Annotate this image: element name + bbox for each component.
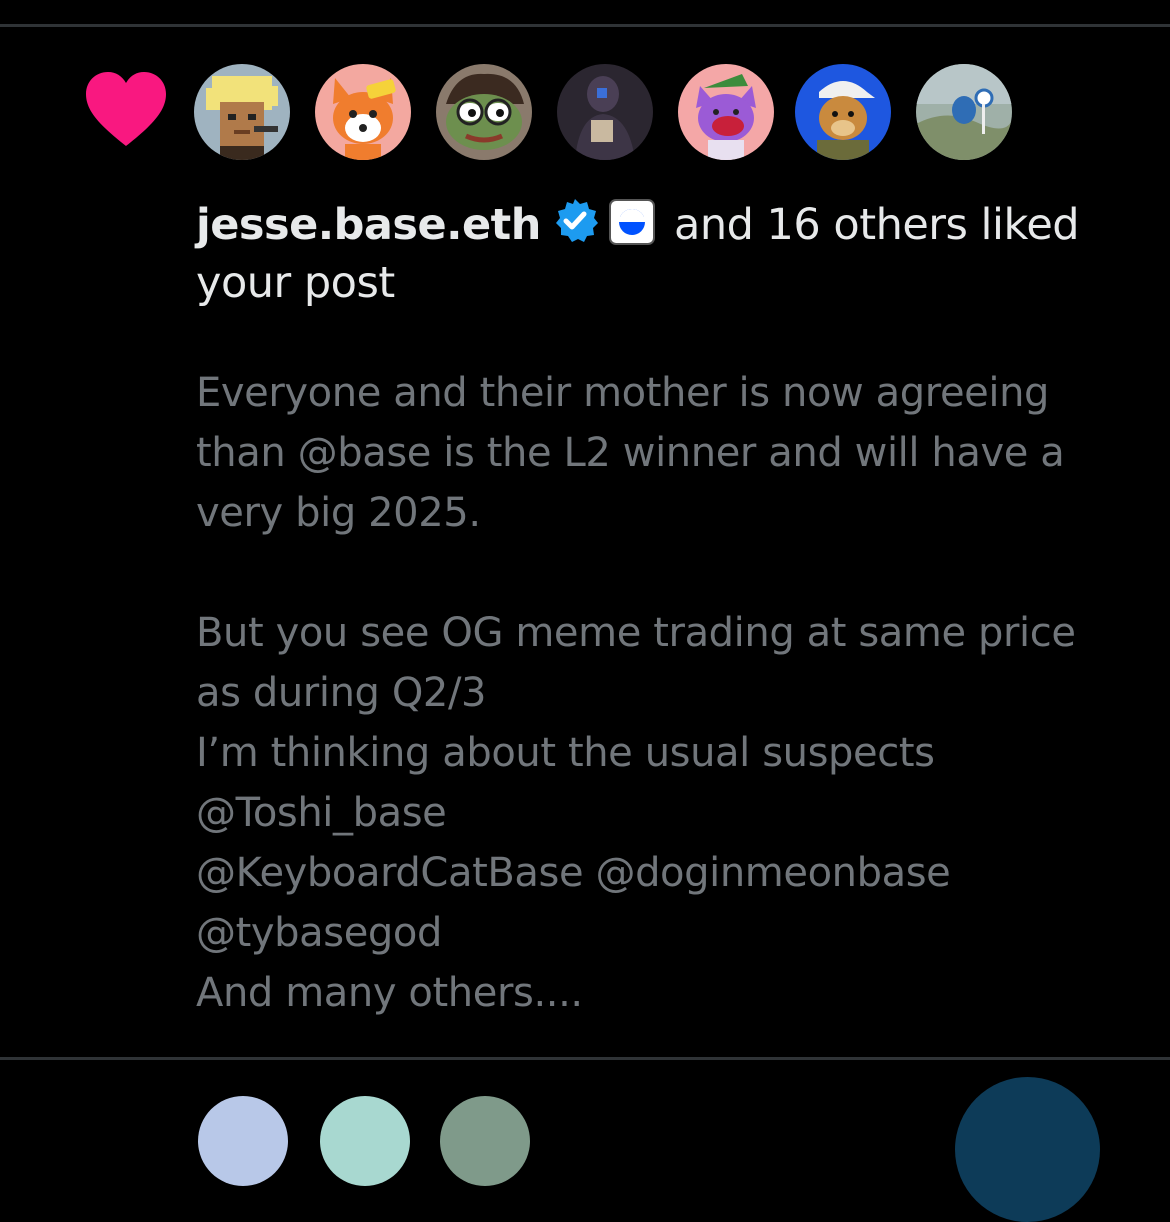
post-line: @tybasegod [196, 910, 442, 956]
bottom-divider [0, 1057, 1170, 1060]
verified-badge-icon [555, 199, 598, 242]
summary-text: and 16 others liked [660, 200, 1080, 250]
punk-avatar[interactable] [194, 64, 290, 160]
fox-avatar[interactable] [315, 64, 411, 160]
post-line: But you see OG meme trading at same pric… [196, 610, 1076, 656]
next-avatar[interactable] [198, 1096, 288, 1186]
compose-button[interactable] [955, 1077, 1100, 1222]
post-line: Everyone and their mother is now agreein… [196, 370, 1050, 416]
top-divider [0, 24, 1170, 27]
actor-name-link[interactable]: jesse.base.eth [196, 200, 541, 250]
post-line [196, 543, 1146, 603]
dark-figure-avatar[interactable] [557, 64, 653, 160]
base-logo-icon [608, 199, 655, 245]
post-line: as during Q2/3 [196, 670, 487, 716]
purple-cat-avatar[interactable] [678, 64, 774, 160]
summary-text-line2: your post [196, 258, 395, 308]
pepe-avatar[interactable] [436, 64, 532, 160]
post-line: I’m thinking about the usual suspects [196, 730, 935, 776]
dog-cap-avatar[interactable] [795, 64, 891, 160]
notification-summary: jesse.base.eth and 16 others liked your … [196, 196, 1116, 312]
post-line: @Toshi_base [196, 790, 447, 836]
post-preview[interactable]: Everyone and their mother is now agreein… [196, 363, 1146, 1023]
post-line: very big 2025. [196, 490, 481, 536]
next-avatar[interactable] [320, 1096, 410, 1186]
landscape-avatar[interactable] [916, 64, 1012, 160]
heart-icon [86, 72, 166, 146]
post-line: @KeyboardCatBase @doginmeonbase [196, 850, 951, 896]
post-line: And many others.... [196, 970, 583, 1016]
post-line: than @base is the L2 winner and will hav… [196, 430, 1065, 476]
next-avatar[interactable] [440, 1096, 530, 1186]
